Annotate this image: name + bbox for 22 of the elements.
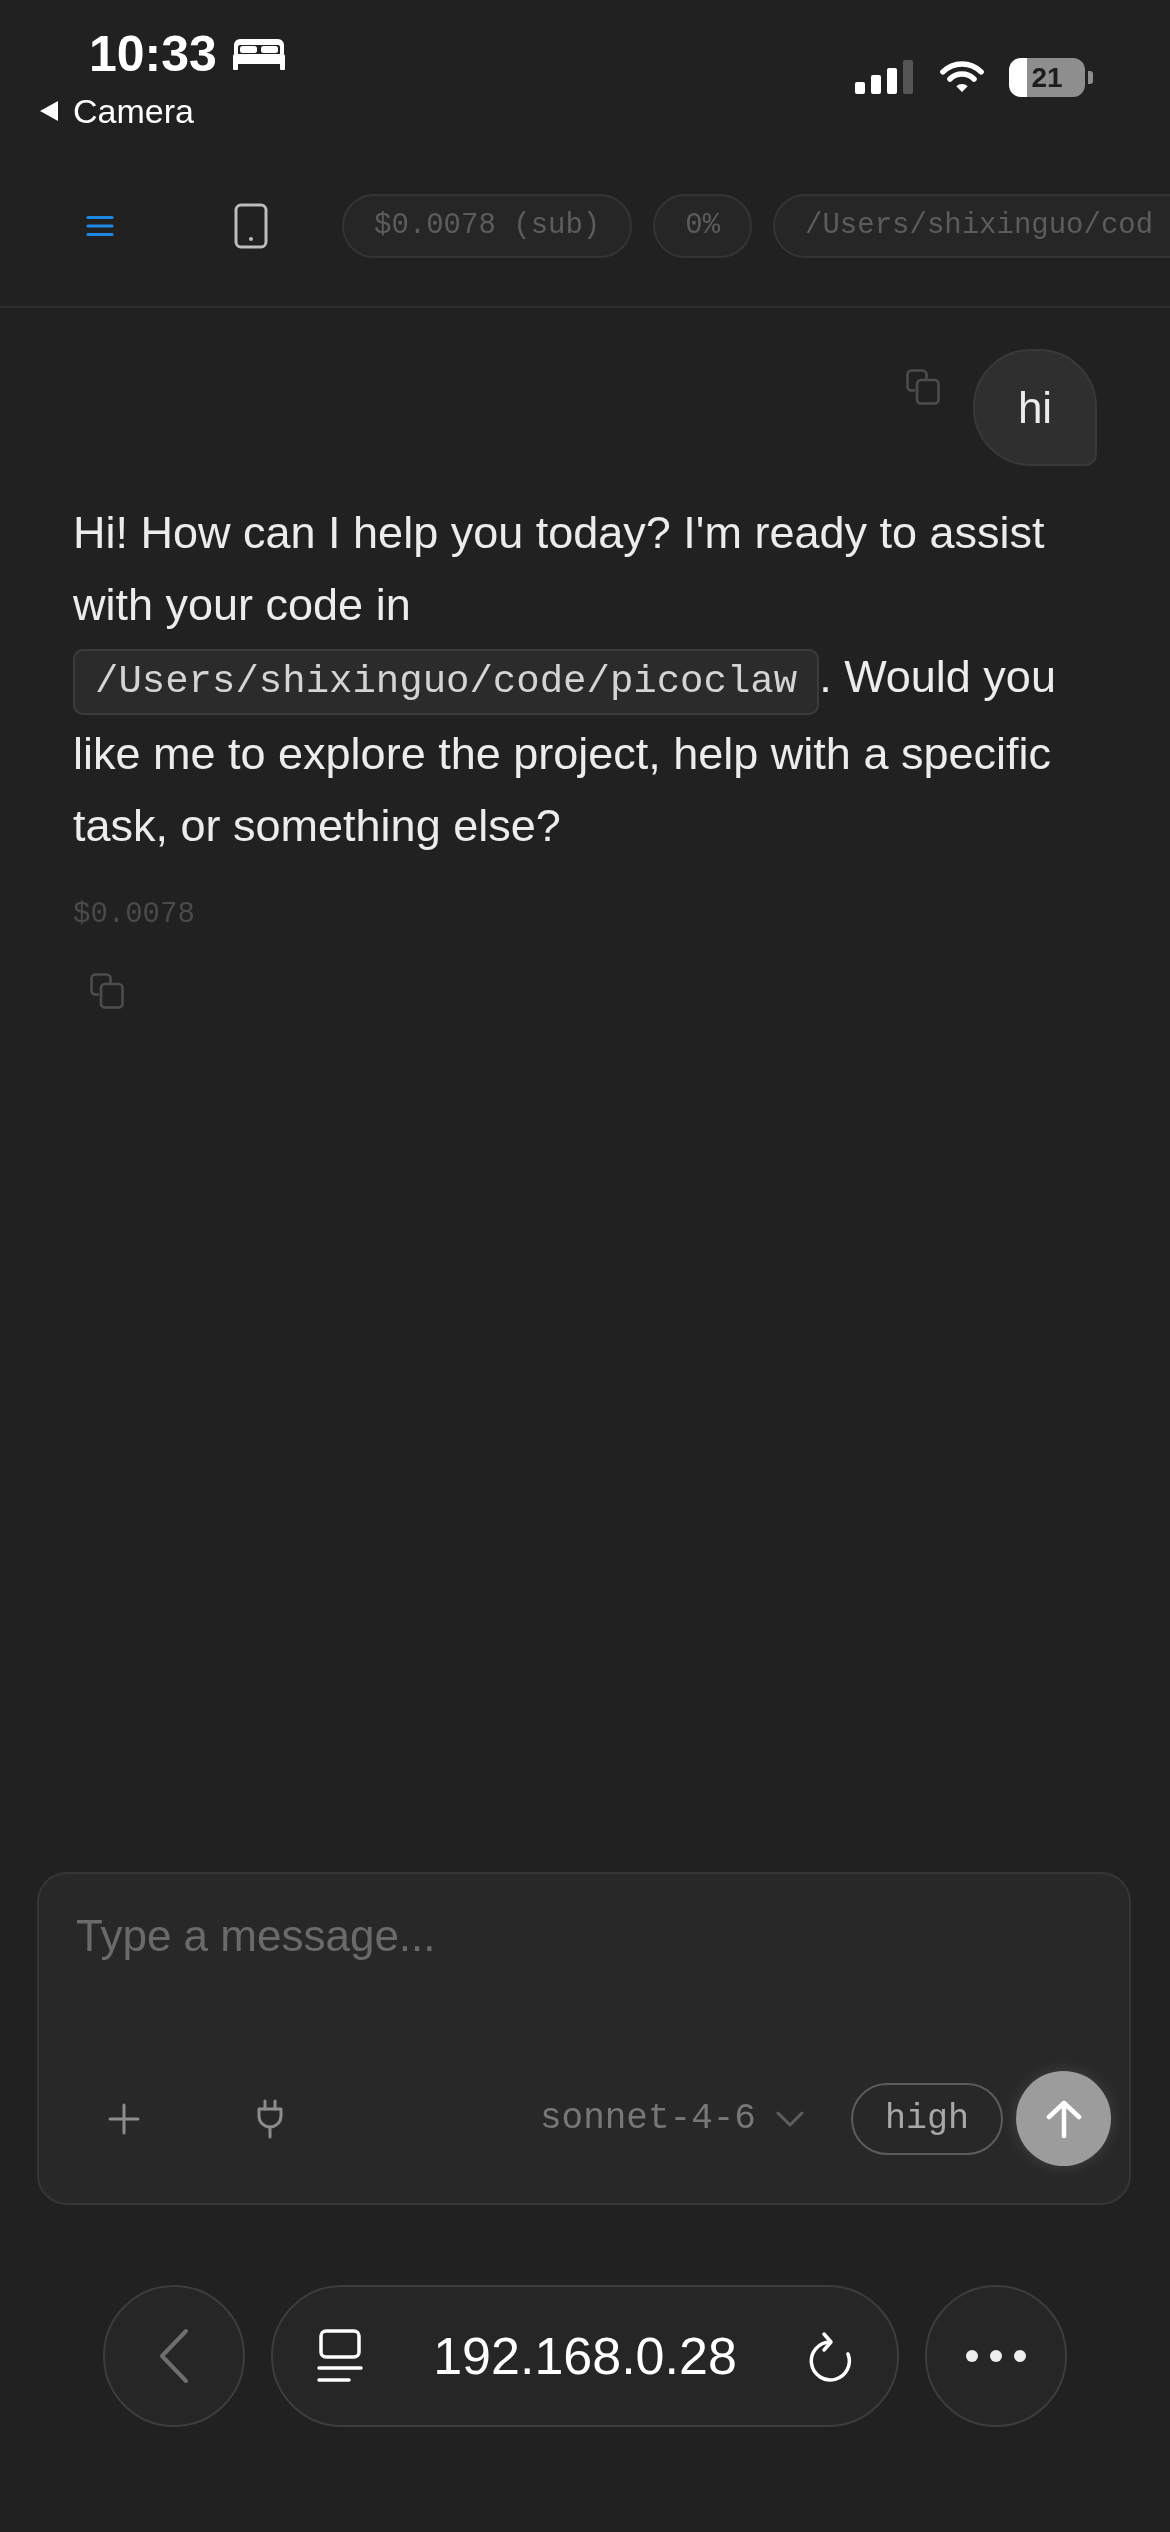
signal-icon bbox=[855, 60, 913, 94]
back-icon[interactable] bbox=[39, 100, 59, 122]
message-input[interactable]: Type a message... bbox=[76, 1908, 1111, 2071]
bed-icon bbox=[232, 38, 285, 70]
address-bar[interactable]: 192.168.0.28 bbox=[271, 2285, 899, 2427]
message-composer[interactable]: Type a message... sonnet-4-6 high bbox=[37, 1872, 1131, 2205]
reload-icon[interactable] bbox=[807, 2329, 853, 2383]
model-selector[interactable]: sonnet-4-6 bbox=[539, 2096, 804, 2141]
effort-button[interactable]: high bbox=[851, 2082, 1003, 2155]
assistant-message: Hi! How can I help you today? I'm ready to assist with your code in /Users/shixinguo/code/picoclaw . Would you like me to explore the project, help with a specific task, or something else? bbox=[73, 506, 1057, 853]
page-icon[interactable] bbox=[317, 2329, 363, 2383]
chevron-down-icon bbox=[776, 2110, 804, 2127]
back-link[interactable]: Camera bbox=[73, 91, 194, 131]
status-time: 10:33 bbox=[89, 25, 217, 84]
battery-indicator: 21 bbox=[1009, 57, 1093, 97]
chevron-left-icon bbox=[158, 2328, 190, 2384]
menu-icon[interactable] bbox=[86, 215, 114, 237]
phone-icon[interactable] bbox=[234, 203, 268, 249]
plus-icon[interactable] bbox=[108, 2102, 140, 2135]
user-message: hi bbox=[973, 349, 1097, 466]
plug-icon[interactable] bbox=[256, 2098, 284, 2139]
more-icon bbox=[966, 2350, 1026, 2362]
